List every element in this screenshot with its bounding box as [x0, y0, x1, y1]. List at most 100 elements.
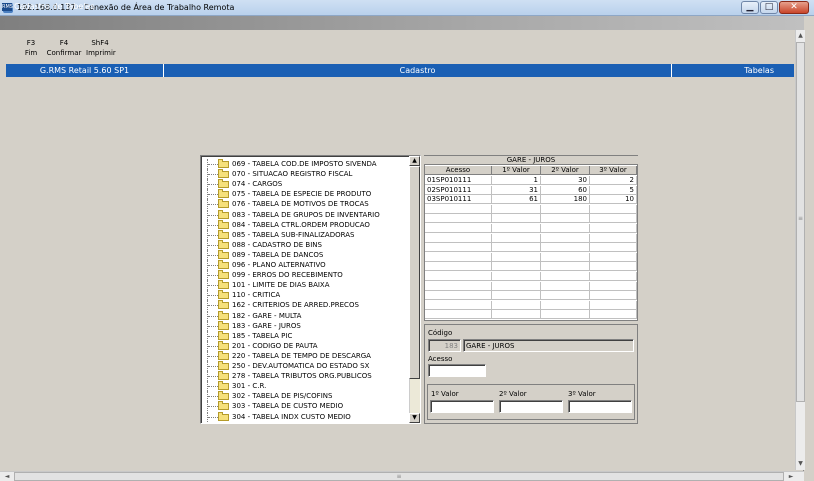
window-scroll-thumb[interactable]: ≡ — [796, 42, 805, 402]
grid-cell[interactable] — [425, 252, 492, 262]
tree-item[interactable]: 069 - TABELA COD.DE IMPOSTO SIVENDA — [201, 159, 409, 169]
minimize-button[interactable]: ▁ — [741, 1, 759, 14]
tree-item[interactable]: 185 - TABELA PIC — [201, 330, 409, 341]
grid-cell[interactable] — [541, 252, 590, 262]
tree-item[interactable]: 085 - TABELA SUB-FINALIZADORAS — [201, 229, 409, 240]
grid-cell[interactable] — [590, 252, 637, 262]
tree-item[interactable]: 101 - LIMITE DE DIAS BAIXA — [201, 280, 409, 291]
grid-cell[interactable] — [590, 291, 637, 301]
grid-cell[interactable] — [590, 300, 637, 310]
f3-fim-button[interactable]: F3 Fim — [22, 38, 40, 58]
grid-cell[interactable]: 61 — [492, 195, 541, 205]
grid-cell[interactable]: 30 — [541, 176, 590, 185]
grid-cell[interactable] — [590, 262, 637, 272]
grid-cell[interactable] — [541, 204, 590, 214]
grid-cell[interactable]: 01SP010111 — [425, 176, 492, 185]
tree-scroll-thumb[interactable] — [409, 166, 420, 379]
tree-item[interactable]: 096 - PLANO ALTERNATIVO — [201, 260, 409, 270]
grid-cell[interactable] — [492, 291, 541, 301]
grid-cell[interactable] — [425, 214, 492, 224]
grid-cell[interactable] — [541, 214, 590, 224]
grid-cell[interactable] — [425, 281, 492, 291]
tree-item[interactable]: 302 - TABELA DE PIS/COFINS — [201, 391, 409, 402]
tree-item[interactable]: 183 - GARE - JUROS — [201, 320, 409, 331]
shf4-imprimir-button[interactable]: ShF4 Imprimir — [86, 38, 116, 58]
grid-cell[interactable] — [541, 224, 590, 233]
window-scroll-down-button[interactable]: ▼ — [796, 459, 805, 469]
grid-cell[interactable] — [541, 272, 590, 281]
tree-item[interactable]: 099 - ERROS DO RECEBIMENTO — [201, 270, 409, 281]
grid-cell[interactable] — [425, 310, 492, 320]
grid-cell[interactable] — [541, 233, 590, 243]
tree-item[interactable]: 220 - TABELA DE TEMPO DE DESCARGA — [201, 350, 409, 361]
grid-cell[interactable]: 10 — [590, 195, 637, 205]
descricao-field[interactable]: GARE - JUROS — [463, 339, 634, 352]
tree-item[interactable]: 083 - TABELA DE GRUPOS DE INVENTARIO — [201, 209, 409, 220]
grid-cell[interactable] — [425, 262, 492, 272]
grid-cell[interactable] — [541, 262, 590, 272]
grid-cell[interactable]: 60 — [541, 185, 590, 195]
grid-cell[interactable] — [492, 233, 541, 243]
grid-cell[interactable]: 2 — [590, 176, 637, 185]
grid-header-valor1[interactable]: 1º Valor — [492, 166, 541, 175]
tree-item[interactable]: 074 - CARGOS — [201, 179, 409, 190]
window-scroll-up-button[interactable]: ▲ — [796, 31, 805, 41]
tree-scroll-down-button[interactable]: ▼ — [409, 413, 420, 423]
grid-cell[interactable] — [541, 281, 590, 291]
grid-cell[interactable] — [425, 224, 492, 233]
grid-cell[interactable] — [425, 204, 492, 214]
grid-header-valor3[interactable]: 3º Valor — [590, 166, 637, 175]
grid-cell[interactable] — [492, 204, 541, 214]
grid-cell[interactable] — [492, 281, 541, 291]
tree-item[interactable]: 084 - TABELA CTRL.ORDEM PRODUCAO — [201, 219, 409, 230]
grid-header-valor2[interactable]: 2º Valor — [541, 166, 590, 175]
tree-item[interactable]: 304 - TABELA INDX CUSTO MEDIO — [201, 411, 409, 422]
grid-cell[interactable] — [492, 272, 541, 281]
tree-item[interactable]: 075 - TABELA DE ESPECIE DE PRODUTO — [201, 189, 409, 200]
codigo-field[interactable]: 183 — [428, 339, 461, 352]
valor1-field[interactable] — [430, 400, 494, 413]
tree-item[interactable]: 088 - CADASTRO DE BINS — [201, 239, 409, 250]
grid-cell[interactable] — [541, 243, 590, 253]
grid-cell[interactable]: 02SP010111 — [425, 185, 492, 195]
grid-cell[interactable] — [492, 224, 541, 233]
maximize-button[interactable]: □ — [760, 1, 778, 14]
window-scroll-right-button[interactable]: ► — [786, 472, 796, 481]
table-tree-view[interactable]: 069 - TABELA COD.DE IMPOSTO SIVENDA 070 -… — [200, 155, 421, 424]
grid-cell[interactable] — [492, 214, 541, 224]
grid-cell[interactable] — [425, 291, 492, 301]
acesso-field[interactable] — [428, 364, 486, 377]
grid-header-acesso[interactable]: Acesso — [425, 166, 492, 175]
grid-cell[interactable] — [590, 233, 637, 243]
grid-cell[interactable] — [541, 310, 590, 320]
grid-cell[interactable]: 5 — [590, 185, 637, 195]
grid-cell[interactable] — [425, 243, 492, 253]
window-scroll-left-button[interactable]: ◄ — [2, 472, 12, 481]
tree-item[interactable]: 201 - CODIGO DE PAUTA — [201, 340, 409, 351]
grid-cell[interactable] — [492, 300, 541, 310]
grid-cell[interactable] — [492, 252, 541, 262]
grid-cell[interactable] — [590, 243, 637, 253]
tree-item[interactable]: 303 - TABELA DE CUSTO MEDIO — [201, 401, 409, 412]
grid-cell[interactable] — [425, 300, 492, 310]
valor2-field[interactable] — [499, 400, 563, 413]
tree-item[interactable]: 076 - TABELA DE MOTIVOS DE TROCAS — [201, 199, 409, 210]
grid-cell[interactable] — [541, 291, 590, 301]
valor3-field[interactable] — [568, 400, 632, 413]
grid-cell[interactable] — [492, 262, 541, 272]
grid-cell[interactable] — [492, 310, 541, 320]
grid-cell[interactable]: 03SP010111 — [425, 195, 492, 205]
grid-cell[interactable]: 1 — [492, 176, 541, 185]
grid-cell[interactable] — [590, 272, 637, 281]
tree-item[interactable]: 278 - TABELA TRIBUTOS ORG.PUBLICOS — [201, 371, 409, 382]
grid-cell[interactable] — [590, 224, 637, 233]
tree-item[interactable]: 089 - TABELA DE DANCOS — [201, 249, 409, 260]
close-button[interactable]: ✕ — [779, 1, 809, 14]
tree-item[interactable]: 301 - C.R. — [201, 381, 409, 392]
grid-cell[interactable] — [590, 310, 637, 320]
grid-cell[interactable] — [492, 243, 541, 253]
grid-cell[interactable] — [590, 214, 637, 224]
window-hscroll-thumb[interactable]: ≡ — [14, 472, 784, 481]
f4-confirmar-button[interactable]: F4 Confirmar — [46, 38, 82, 58]
grid-cell[interactable] — [425, 272, 492, 281]
